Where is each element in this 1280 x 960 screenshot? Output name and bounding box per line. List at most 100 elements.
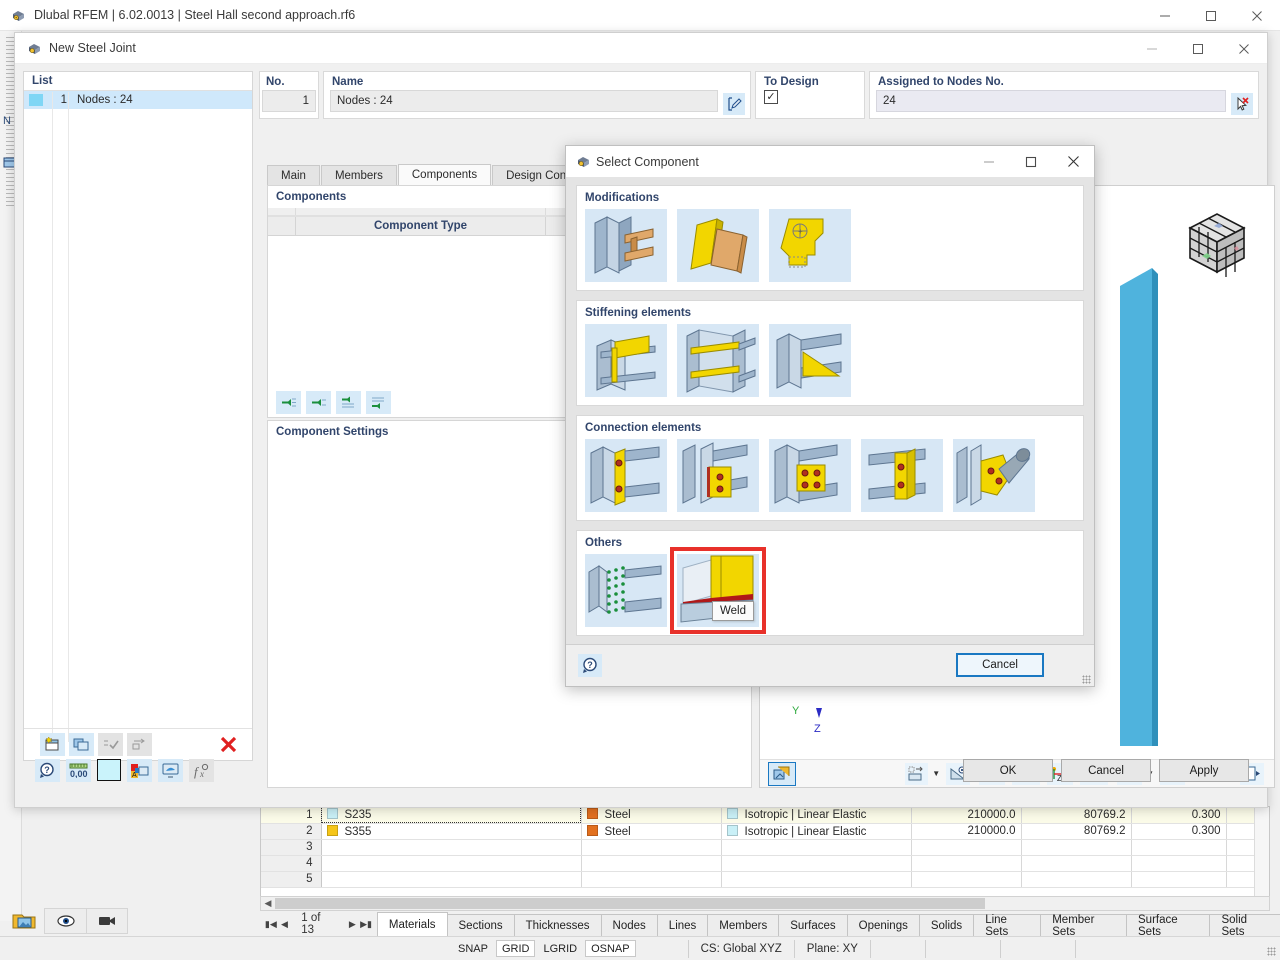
bottom-tab-openings[interactable]: Openings (846, 914, 920, 936)
component-thumb-conn-cleat[interactable] (861, 439, 943, 512)
joint-list-panel[interactable]: List 1 Nodes : 24 (23, 71, 253, 761)
component-thumb-conn-fin-plate[interactable] (677, 439, 759, 512)
units-icon[interactable]: 0,00 (66, 759, 91, 782)
insert-component-2-icon[interactable] (306, 390, 331, 414)
bottom-tab-surface-sets[interactable]: Surface Sets (1126, 914, 1211, 938)
joint-footer-tools[interactable]: ? 0,00 A fx (35, 759, 214, 782)
function-icon[interactable]: fx (189, 759, 214, 782)
bottom-tab-lines[interactable]: Lines (656, 914, 709, 936)
maximize-button[interactable] (1188, 0, 1234, 31)
joint-close-button[interactable] (1221, 33, 1267, 64)
table-cell: 210000.0 (911, 823, 1022, 840)
ok-button[interactable]: OK (963, 759, 1053, 782)
first-record-icon[interactable]: ▮◀ (264, 919, 278, 930)
joint-maximize-button[interactable] (1175, 33, 1221, 64)
bottom-tab-members[interactable]: Members (707, 914, 780, 936)
select-maximize-button[interactable] (1010, 146, 1052, 177)
assigned-nodes-input[interactable]: 24 (876, 90, 1226, 112)
bottom-tab-solids[interactable]: Solids (918, 914, 975, 936)
component-thumb-stiff-horizontal[interactable] (677, 324, 759, 397)
bottom-tab-member-sets[interactable]: Member Sets (1040, 914, 1128, 938)
table-row[interactable]: 1 S235 Steel Isotropic | Linear Elastic 2100… (261, 807, 1269, 824)
insert-below-icon[interactable] (366, 390, 391, 414)
joint-tab-components[interactable]: Components (397, 164, 492, 186)
snap-toggle-grid[interactable]: GRID (495, 940, 536, 957)
svg-text:x: x (199, 769, 204, 779)
bottom-tab-materials[interactable]: Materials (376, 912, 448, 936)
joint-tab-main[interactable]: Main (267, 165, 320, 186)
camera-icon[interactable] (86, 908, 128, 934)
help-icon[interactable]: ? (578, 654, 602, 677)
project-navigator-icon[interactable] (10, 908, 40, 934)
pick-nodes-icon[interactable] (1231, 93, 1253, 115)
to-design-checkbox[interactable]: ✓ (764, 90, 778, 104)
component-thumb-other-bolts[interactable] (585, 554, 667, 627)
window-resize-grip[interactable] (1267, 947, 1276, 956)
component-thumb-stiff-web-plate[interactable] (585, 324, 667, 397)
close-button[interactable] (1234, 0, 1280, 31)
cell-color-swatch (326, 824, 338, 836)
select-close-button[interactable] (1052, 146, 1094, 177)
object-tabs[interactable]: ▮◀ ◀ 1 of 13 ▶ ▶▮ Materials Sections Thick… (260, 912, 1280, 938)
group-thumbnails (585, 439, 1075, 512)
component-thumb-stiff-haunch[interactable] (769, 324, 851, 397)
insert-component-icon[interactable] (276, 390, 301, 414)
snap-toggle-group[interactable]: SNAP GRID LGRID OSNAP (452, 940, 636, 957)
joint-dialog-buttons[interactable]: OK Cancel Apply (963, 759, 1249, 782)
prev-record-icon[interactable]: ◀ (278, 919, 292, 930)
record-pager[interactable]: ▮◀ ◀ 1 of 13 ▶ ▶▮ (260, 912, 377, 936)
table-row[interactable]: 2 S355 Steel Isotropic | Linear Elastic 2100… (261, 823, 1269, 840)
view-tools-group[interactable] (44, 908, 128, 934)
component-thumb-mod-cut-beam[interactable] (585, 209, 667, 282)
bottom-tab-line-sets[interactable]: Line Sets (973, 914, 1042, 938)
display-settings-icon[interactable] (158, 759, 183, 782)
joint-name-input[interactable]: Nodes : 24 (330, 90, 718, 112)
materials-table[interactable]: 1 S235 Steel Isotropic | Linear Elastic 2100… (260, 806, 1270, 910)
status-cell-2 (924, 939, 1000, 958)
table-row[interactable]: 5 (261, 871, 1269, 888)
main-window-controls (1142, 0, 1280, 31)
navigation-cube-icon[interactable] (1178, 206, 1256, 284)
table-cell (581, 839, 722, 856)
table-row[interactable]: 3 (261, 839, 1269, 856)
edit-name-icon[interactable] (723, 93, 745, 115)
component-thumb-conn-end-plate[interactable] (585, 439, 667, 512)
last-record-icon[interactable]: ▶▮ (359, 919, 373, 930)
joint-minimize-button[interactable] (1129, 33, 1175, 64)
select-minimize-button[interactable] (968, 146, 1010, 177)
table-cell: Steel (581, 823, 722, 840)
next-record-icon[interactable]: ▶ (346, 919, 360, 930)
scroll-left-arrow[interactable]: ◀ (261, 897, 275, 910)
snap-toggle-lgrid[interactable]: LGRID (537, 940, 583, 957)
bottom-tab-surfaces[interactable]: Surfaces (778, 914, 848, 936)
insert-above-icon[interactable] (336, 390, 361, 414)
component-thumb-conn-tube[interactable] (953, 439, 1035, 512)
render-style-icon[interactable]: A (127, 759, 152, 782)
cancel-button[interactable]: Cancel (1061, 759, 1151, 782)
table-row[interactable]: 4 (261, 855, 1269, 872)
visibility-icon[interactable] (44, 908, 86, 934)
joint-tab-members[interactable]: Members (320, 165, 397, 186)
apply-button[interactable]: Apply (1159, 759, 1249, 782)
table-cell (721, 855, 912, 872)
component-thumb-conn-gusset[interactable] (769, 439, 851, 512)
minimize-button[interactable] (1142, 0, 1188, 31)
select-dialog-resize-grip[interactable] (1082, 675, 1091, 684)
help-icon[interactable]: ? (35, 759, 60, 782)
snap-toggle-osnap[interactable]: OSNAP (585, 940, 636, 957)
bottom-tab-solid-sets[interactable]: Solid Sets (1209, 914, 1280, 938)
color-swatch-button[interactable] (97, 759, 121, 781)
snap-toggle-snap[interactable]: SNAP (452, 940, 494, 957)
hscroll-thumb[interactable] (275, 898, 985, 909)
cell-color-swatch (726, 808, 738, 820)
table-cell (1021, 871, 1132, 888)
select-cancel-button[interactable]: Cancel (956, 653, 1044, 677)
bottom-tab-sections[interactable]: Sections (446, 914, 515, 936)
list-item[interactable]: 1 Nodes : 24 (24, 91, 252, 109)
bottom-tab-thicknesses[interactable]: Thicknesses (513, 914, 602, 936)
component-thumb-mod-plate-angle[interactable] (677, 209, 759, 282)
table-horizontal-scrollbar[interactable]: ◀ (260, 896, 1270, 911)
component-thumb-mod-flat-shape[interactable]: + (769, 209, 851, 282)
table-vertical-scrollbar[interactable]: ▼ (1254, 807, 1269, 909)
bottom-tab-nodes[interactable]: Nodes (600, 914, 658, 936)
